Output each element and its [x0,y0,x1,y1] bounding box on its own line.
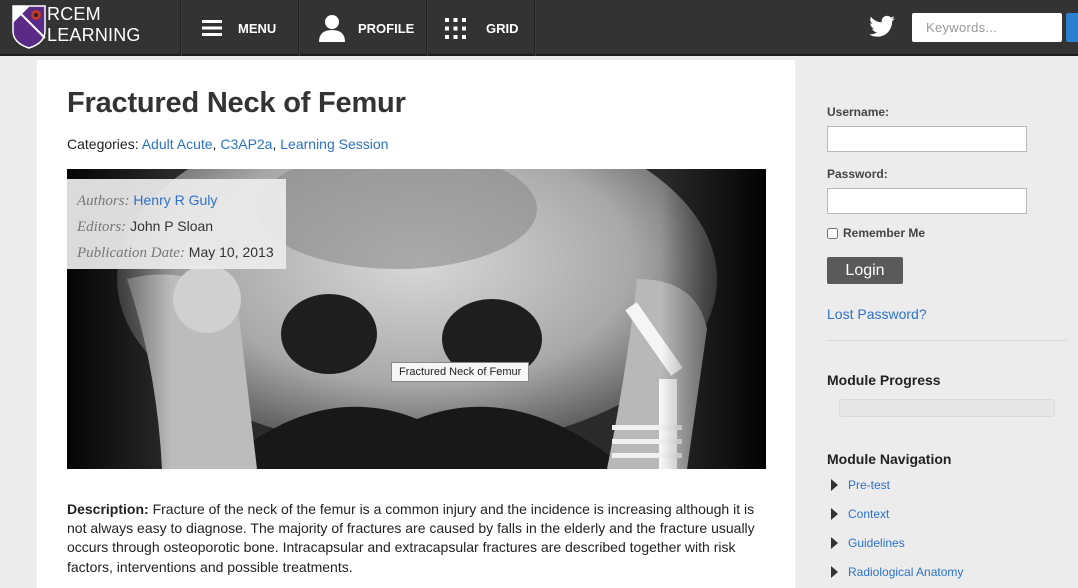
editor-name: John P Sloan [130,218,214,234]
module-nav-link[interactable]: Pre-test [848,478,890,492]
module-nav-item[interactable]: Context [831,507,889,521]
grid-button[interactable]: GRID [445,0,519,56]
logo-shield-icon [12,5,46,49]
top-navigation-bar: RCEM LEARNING MENU PROFILE GRID [0,0,1078,56]
search-button[interactable] [1066,13,1078,42]
category-link[interactable]: Adult Acute [142,136,213,152]
authors-row: Authors: Henry R Guly [77,188,286,214]
main-content: Fractured Neck of Femur Categories: Adul… [37,60,795,588]
sidebar: Username: Password: Remember Me Login Lo… [797,60,1078,588]
menu-label: MENU [238,20,277,36]
caret-right-icon [831,537,838,549]
xray-image: Authors: Henry R Guly Editors: John P Sl… [67,169,766,469]
categories-line: Categories: Adult Acute, C3AP2a, Learnin… [67,136,389,152]
module-progress-title: Module Progress [827,372,941,388]
twitter-icon[interactable] [868,13,896,41]
module-nav-link[interactable]: Guidelines [848,536,905,550]
description: Description: Fracture of the neck of the… [67,500,767,577]
category-link[interactable]: Learning Session [280,136,388,152]
author-link[interactable]: Henry R Guly [133,192,217,208]
search-input[interactable] [912,13,1062,42]
module-progress-bar [839,399,1055,417]
page-title: Fractured Neck of Femur [67,87,406,119]
lost-password-link[interactable]: Lost Password? [827,306,927,322]
module-nav-item[interactable]: Guidelines [831,536,905,550]
pubdate-value: May 10, 2013 [188,244,274,260]
grid-icon [445,17,466,39]
username-label: Username: [827,105,890,119]
menu-icon [202,20,222,36]
caret-right-icon [831,508,838,520]
module-nav-link[interactable]: Context [848,507,889,521]
module-nav-link[interactable]: Radiological Anatomy [848,565,963,579]
module-navigation-title: Module Navigation [827,451,952,467]
nav-divider [180,0,181,56]
nav-divider [426,0,427,56]
remember-me[interactable]: Remember Me [827,226,925,240]
grid-label: GRID [486,20,519,36]
module-nav-item[interactable]: Radiological Anatomy [831,565,963,579]
site-logo[interactable]: RCEM LEARNING [0,0,180,56]
menu-button[interactable]: MENU [202,0,276,56]
description-label: Description: [67,501,149,517]
sidebar-divider [827,340,1067,341]
logo-text: RCEM LEARNING [47,4,141,46]
category-link[interactable]: C3AP2a [220,136,272,152]
remember-me-checkbox[interactable] [827,227,838,239]
nav-divider [298,0,299,56]
password-label: Password: [827,167,888,181]
description-text: Fracture of the neck of the femur is a c… [67,501,755,575]
caret-right-icon [831,566,838,578]
nav-divider [534,0,535,56]
pubdate-row: Publication Date: May 10, 2013 [77,240,286,266]
logo-line-2: LEARNING [47,25,141,45]
article-meta: Authors: Henry R Guly Editors: John P Sl… [67,179,286,269]
username-field[interactable] [827,126,1027,152]
module-nav-item[interactable]: Pre-test [831,478,890,492]
login-button[interactable]: Login [827,257,903,284]
pubdate-label: Publication Date: [77,245,185,261]
categories-label: Categories: [67,136,139,152]
remember-me-label: Remember Me [843,226,926,240]
password-field[interactable] [827,188,1027,214]
profile-icon [319,15,345,42]
image-tooltip: Fractured Neck of Femur [391,362,530,382]
profile-button[interactable]: PROFILE [319,0,414,56]
authors-label: Authors: [77,193,130,209]
editors-row: Editors: John P Sloan [77,214,286,240]
logo-line-1: RCEM [47,4,101,24]
profile-label: PROFILE [358,20,415,36]
editors-label: Editors: [77,219,127,235]
caret-right-icon [831,479,838,491]
